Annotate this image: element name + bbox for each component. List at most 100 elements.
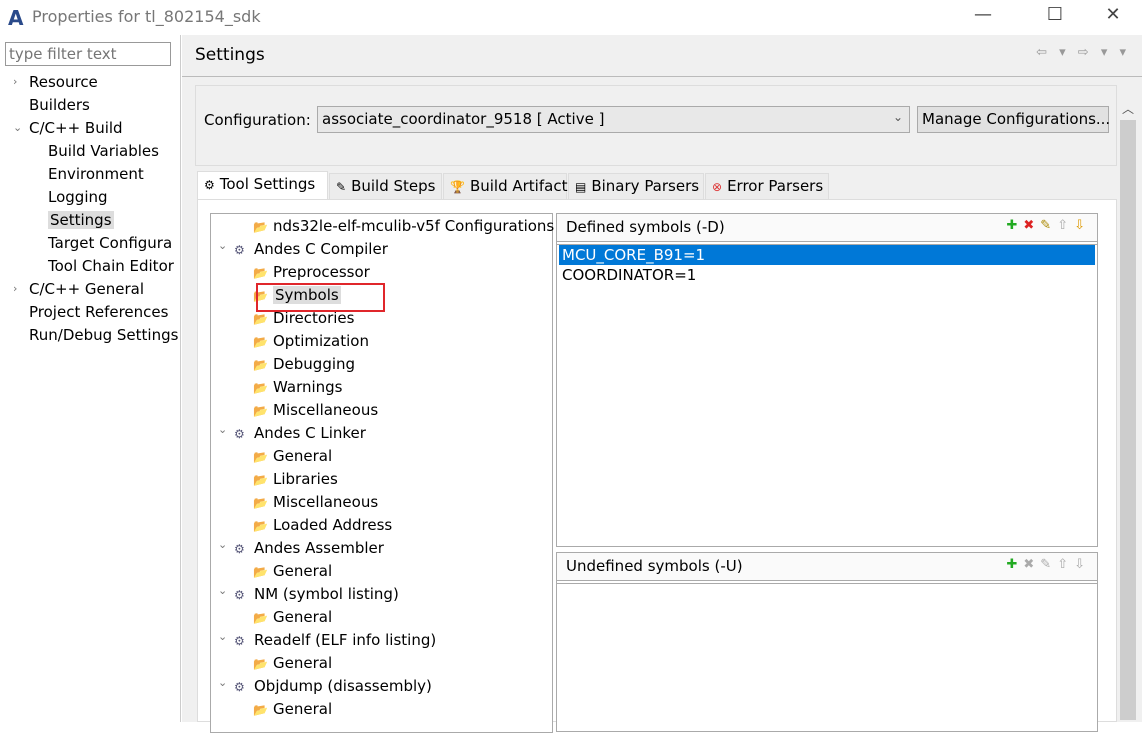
tree-item[interactable]: ⌄ ⚙ Readelf (ELF info listing)	[218, 629, 437, 651]
tree-item[interactable]: 📂 General	[253, 652, 332, 674]
chevron-down-icon[interactable]: ⌄	[218, 672, 227, 694]
tree-item[interactable]: 📂 Warnings	[253, 376, 343, 398]
nav-item[interactable]: ⌄ C/C++ Build	[13, 117, 123, 139]
tree-item[interactable]: 📂 Libraries	[253, 468, 338, 490]
chevron-down-icon[interactable]: ⌄	[218, 534, 227, 556]
nav-item[interactable]: Target Configura	[48, 232, 172, 254]
tree-item[interactable]: 📂 General	[253, 606, 332, 628]
settings-page: Settings ⇦ ▾ ⇨ ▾ ▾ Configuration: associ…	[182, 35, 1142, 733]
tree-item-label: Debugging	[273, 355, 356, 373]
nav-item-label: C/C++ Build	[29, 119, 123, 137]
tree-item[interactable]: 📂 Miscellaneous	[253, 491, 378, 513]
tab-label: Binary Parsers	[591, 177, 700, 195]
chevron-down-icon[interactable]: ⌄	[13, 117, 22, 139]
tab-binary-parsers[interactable]: ▤ Binary Parsers	[568, 173, 704, 199]
chevron-right-icon[interactable]: ›	[13, 71, 17, 93]
gear-icon: ⚙	[204, 178, 215, 192]
undefined-symbols-list[interactable]	[557, 583, 1097, 731]
nav-item[interactable]: Run/Debug Settings	[29, 324, 178, 346]
tree-item-label: General	[273, 447, 333, 465]
tool-tree: 📂 nds32le-elf-mculib-v5f Configurations ⌄ ⚙…	[210, 213, 554, 733]
tree-item-label: Readelf (ELF info listing)	[254, 631, 437, 649]
tab-build-steps[interactable]: ✎ Build Steps	[329, 173, 442, 199]
nav-item[interactable]: Builders	[29, 94, 90, 116]
nav-item[interactable]: › Resource	[13, 71, 98, 93]
nav-item[interactable]: Project References	[29, 301, 168, 323]
nav-item-label: Target Configura	[48, 234, 173, 252]
chevron-down-icon[interactable]: ⌄	[218, 419, 227, 441]
tree-item[interactable]: ⌄ ⚙ Andes Assembler	[218, 537, 384, 559]
edit-icon[interactable]: ✎	[1040, 218, 1057, 233]
tree-item[interactable]: 📂 Preprocessor	[253, 261, 370, 283]
tab-error-parsers[interactable]: ⊗ Error Parsers	[705, 173, 829, 199]
tree-item-label: Andes C Compiler	[254, 240, 388, 258]
minimize-button[interactable]: —	[968, 4, 998, 25]
gear-icon: ⚙	[234, 634, 245, 648]
tab-tool-settings[interactable]: ⚙ Tool Settings	[197, 171, 328, 200]
tree-item-label: Loaded Address	[273, 516, 393, 534]
filter-input[interactable]	[5, 42, 171, 66]
chevron-down-icon[interactable]: ⌄	[218, 580, 227, 602]
folder-gear-icon: 📂	[253, 404, 268, 418]
move-down-icon[interactable]: ⇩	[1074, 557, 1091, 572]
configuration-select[interactable]: associate_coordinator_9518 [ Active ] ⌄	[317, 106, 910, 133]
window-title: Properties for tl_802154_sdk	[32, 7, 261, 26]
tree-item[interactable]: 📂 Optimization	[253, 330, 369, 352]
undefined-symbols-panel: Undefined symbols (-U) ✚✖✎⇧⇩	[556, 552, 1098, 732]
tree-item[interactable]: 📂 Debugging	[253, 353, 355, 375]
nav-item[interactable]: Build Variables	[48, 140, 159, 162]
gear-icon: ⚙	[234, 542, 245, 556]
add-icon[interactable]: ✚	[1006, 557, 1023, 572]
folder-gear-icon: 📂	[253, 358, 268, 372]
tree-item[interactable]: ⌄ ⚙ Andes C Linker	[218, 422, 366, 444]
tree-item[interactable]: 📂 nds32le-elf-mculib-v5f Configurations	[253, 215, 554, 237]
tree-item[interactable]: 📂 Miscellaneous	[253, 399, 378, 421]
trophy-icon: 🏆	[450, 180, 465, 194]
move-up-icon[interactable]: ⇧	[1057, 557, 1074, 572]
nav-item[interactable]: Logging	[48, 186, 108, 208]
vertical-scrollbar[interactable]: ︿	[1118, 100, 1138, 722]
delete-icon[interactable]: ✖	[1023, 218, 1040, 233]
configuration-value: associate_coordinator_9518 [ Active ]	[322, 110, 605, 128]
move-down-icon[interactable]: ⇩	[1074, 218, 1091, 233]
nav-item[interactable]: › C/C++ General	[13, 278, 144, 300]
tree-item[interactable]: ⌄ ⚙ Andes C Compiler	[218, 238, 388, 260]
tree-item-label: General	[273, 562, 333, 580]
chevron-right-icon[interactable]: ›	[13, 278, 17, 300]
delete-icon[interactable]: ✖	[1023, 557, 1040, 572]
close-button[interactable]: ✕	[1098, 4, 1128, 25]
tree-item[interactable]: ⌄ ⚙ Objdump (disassembly)	[218, 675, 432, 697]
scroll-thumb[interactable]	[1120, 120, 1136, 720]
symbol-item[interactable]: COORDINATOR=1	[559, 265, 1095, 285]
maximize-button[interactable]: ☐	[1040, 4, 1070, 25]
symbol-item[interactable]: MCU_CORE_B91=1	[559, 245, 1095, 265]
tree-item[interactable]: 📂 General	[253, 560, 332, 582]
tree-item[interactable]: ⌄ ⚙ NM (symbol listing)	[218, 583, 399, 605]
error-icon: ⊗	[712, 180, 723, 194]
edit-icon[interactable]: ✎	[1040, 557, 1057, 572]
nav-item-label: Run/Debug Settings	[29, 326, 179, 344]
tree-item[interactable]: 📂 General	[253, 698, 332, 720]
tree-item-label: nds32le-elf-mculib-v5f Configurations	[273, 217, 555, 235]
nav-item-label: Logging	[48, 188, 108, 206]
tree-item-label: Optimization	[273, 332, 369, 350]
move-up-icon[interactable]: ⇧	[1057, 218, 1074, 233]
tree-item-label: Preprocessor	[273, 263, 370, 281]
tab-build-artifact[interactable]: 🏆 Build Artifact	[443, 173, 567, 199]
nav-item[interactable]: Settings	[48, 209, 114, 231]
tree-item[interactable]: 📂 Loaded Address	[253, 514, 392, 536]
defined-symbols-list[interactable]: MCU_CORE_B91=1 COORDINATOR=1	[557, 244, 1097, 546]
folder-gear-icon: 📂	[253, 496, 268, 510]
manage-configurations-button[interactable]: Manage Configurations...	[917, 106, 1110, 133]
add-icon[interactable]: ✚	[1006, 218, 1023, 233]
chevron-down-icon[interactable]: ⌄	[218, 235, 227, 257]
undefined-symbols-title: Undefined symbols (-U)	[566, 557, 743, 575]
nav-item-label: Builders	[29, 96, 90, 114]
tree-item[interactable]: 📂 General	[253, 445, 332, 467]
history-nav-buttons[interactable]: ⇦ ▾ ⇨ ▾ ▾	[1036, 45, 1130, 60]
tree-item-label: Warnings	[273, 378, 343, 396]
nav-item[interactable]: Environment	[48, 163, 144, 185]
nav-item[interactable]: Tool Chain Editor	[48, 255, 174, 277]
scroll-up-icon[interactable]: ︿	[1122, 100, 1134, 117]
chevron-down-icon[interactable]: ⌄	[218, 626, 227, 648]
